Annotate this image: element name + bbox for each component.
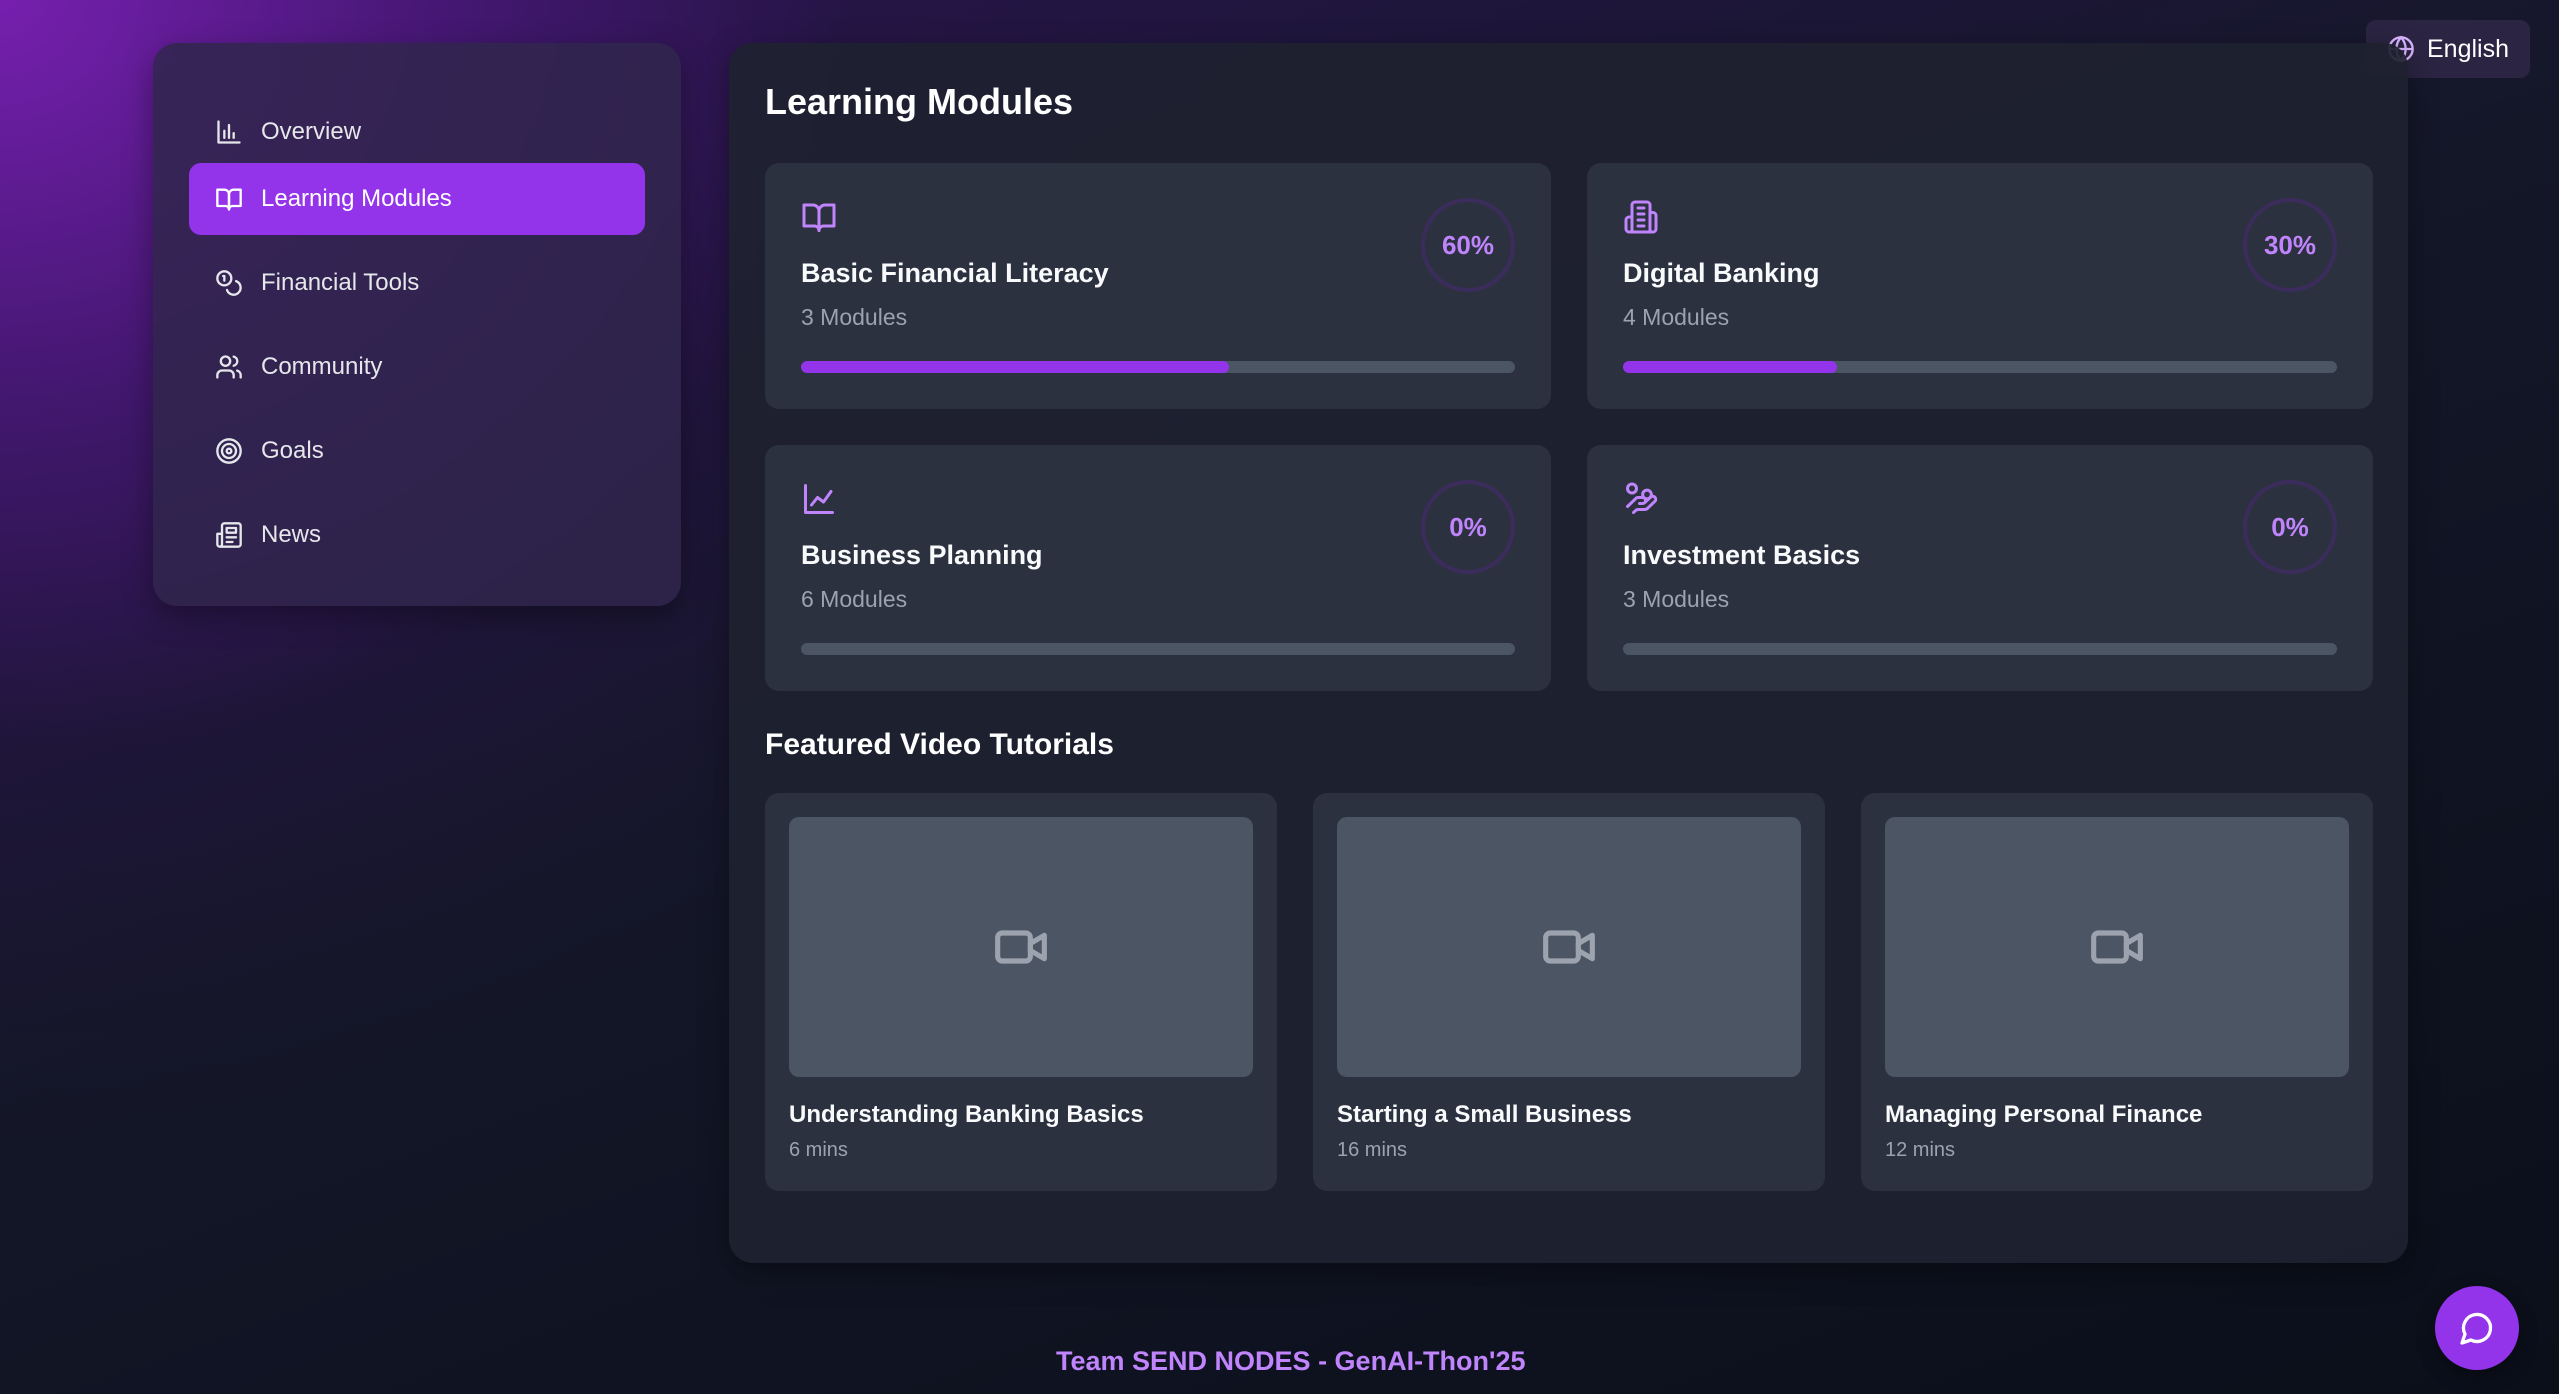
sidebar-item-financial-tools[interactable]: Financial Tools xyxy=(189,247,645,319)
video-icon xyxy=(2091,930,2143,964)
sidebar-item-label: Goals xyxy=(261,437,324,464)
video-title: Managing Personal Finance xyxy=(1885,1101,2203,1128)
sidebar: Overview Learning Modules Financial Tool… xyxy=(153,43,681,606)
module-title: Basic Financial Literacy xyxy=(801,258,1109,288)
chat-button[interactable] xyxy=(2435,1286,2519,1370)
video-duration: 16 mins xyxy=(1337,1139,1408,1161)
module-count: 4 Modules xyxy=(1623,304,1730,330)
video-card[interactable]: Starting a Small Business 16 mins xyxy=(1313,793,1825,1191)
video-duration: 12 mins xyxy=(1885,1139,1956,1161)
line-chart-icon xyxy=(801,481,837,517)
progress-ring: 30% xyxy=(2243,198,2337,292)
progress-ring: 0% xyxy=(2243,480,2337,574)
target-icon xyxy=(213,435,245,467)
video-thumbnail[interactable] xyxy=(1337,817,1801,1077)
progress-ring: 0% xyxy=(1421,480,1515,574)
sidebar-item-label: Learning Modules xyxy=(261,185,452,212)
progress-fill xyxy=(801,361,1230,373)
module-count: 6 Modules xyxy=(801,586,908,612)
module-card-basic-financial-literacy[interactable]: Basic Financial Literacy 3 Modules 60% xyxy=(765,163,1551,409)
footer-text: Team SEND NODES - GenAI-Thon'25 xyxy=(1056,1346,1526,1376)
progress-bar xyxy=(1623,361,2337,373)
module-card-digital-banking[interactable]: Digital Banking 4 Modules 30% xyxy=(1587,163,2373,409)
newspaper-icon xyxy=(213,519,245,551)
progress-bar xyxy=(1623,643,2337,655)
hand-coins-icon xyxy=(1623,481,1659,517)
video-title: Starting a Small Business xyxy=(1337,1101,1632,1128)
section-title-videos: Featured Video Tutorials xyxy=(765,728,1114,761)
video-icon xyxy=(995,930,1047,964)
sidebar-item-label: Overview xyxy=(261,118,362,145)
module-count: 3 Modules xyxy=(1623,586,1730,612)
video-duration: 6 mins xyxy=(789,1139,848,1161)
video-card[interactable]: Understanding Banking Basics 6 mins xyxy=(765,793,1277,1191)
sidebar-item-label: Community xyxy=(261,353,383,380)
video-thumbnail[interactable] xyxy=(789,817,1253,1077)
sidebar-item-label: News xyxy=(261,521,322,548)
sidebar-item-learning-modules[interactable]: Learning Modules xyxy=(189,163,645,235)
bar-chart-icon xyxy=(213,116,245,148)
coins-icon xyxy=(213,267,245,299)
progress-fill xyxy=(1623,361,1838,373)
video-thumbnail[interactable] xyxy=(1885,817,2349,1077)
main-panel: Learning Modules Basic Financial Literac… xyxy=(729,43,2408,1263)
module-card-business-planning[interactable]: Business Planning 6 Modules 0% xyxy=(765,445,1551,691)
module-count: 3 Modules xyxy=(801,304,908,330)
sidebar-item-goals[interactable]: Goals xyxy=(189,415,645,487)
language-label: English xyxy=(2427,34,2509,63)
sidebar-item-overview[interactable]: Overview xyxy=(189,96,645,168)
sidebar-item-label: Financial Tools xyxy=(261,269,420,296)
progress-bar xyxy=(801,643,1515,655)
module-title: Business Planning xyxy=(801,540,1043,570)
page-title: Learning Modules xyxy=(765,81,1074,122)
video-card[interactable]: Managing Personal Finance 12 mins xyxy=(1861,793,2373,1191)
module-card-investment-basics[interactable]: Investment Basics 3 Modules 0% xyxy=(1587,445,2373,691)
sidebar-item-community[interactable]: Community xyxy=(189,331,645,403)
progress-ring: 60% xyxy=(1421,198,1515,292)
users-icon xyxy=(213,351,245,383)
module-title: Digital Banking xyxy=(1623,258,1820,288)
book-open-icon xyxy=(801,199,837,235)
module-title: Investment Basics xyxy=(1623,540,1861,570)
chat-bubble-icon xyxy=(2460,1312,2493,1345)
video-title: Understanding Banking Basics xyxy=(789,1101,1144,1128)
book-open-icon xyxy=(213,183,245,215)
progress-bar xyxy=(801,361,1515,373)
video-icon xyxy=(1543,930,1595,964)
sidebar-item-news[interactable]: News xyxy=(189,499,645,571)
building-icon xyxy=(1623,199,1659,235)
